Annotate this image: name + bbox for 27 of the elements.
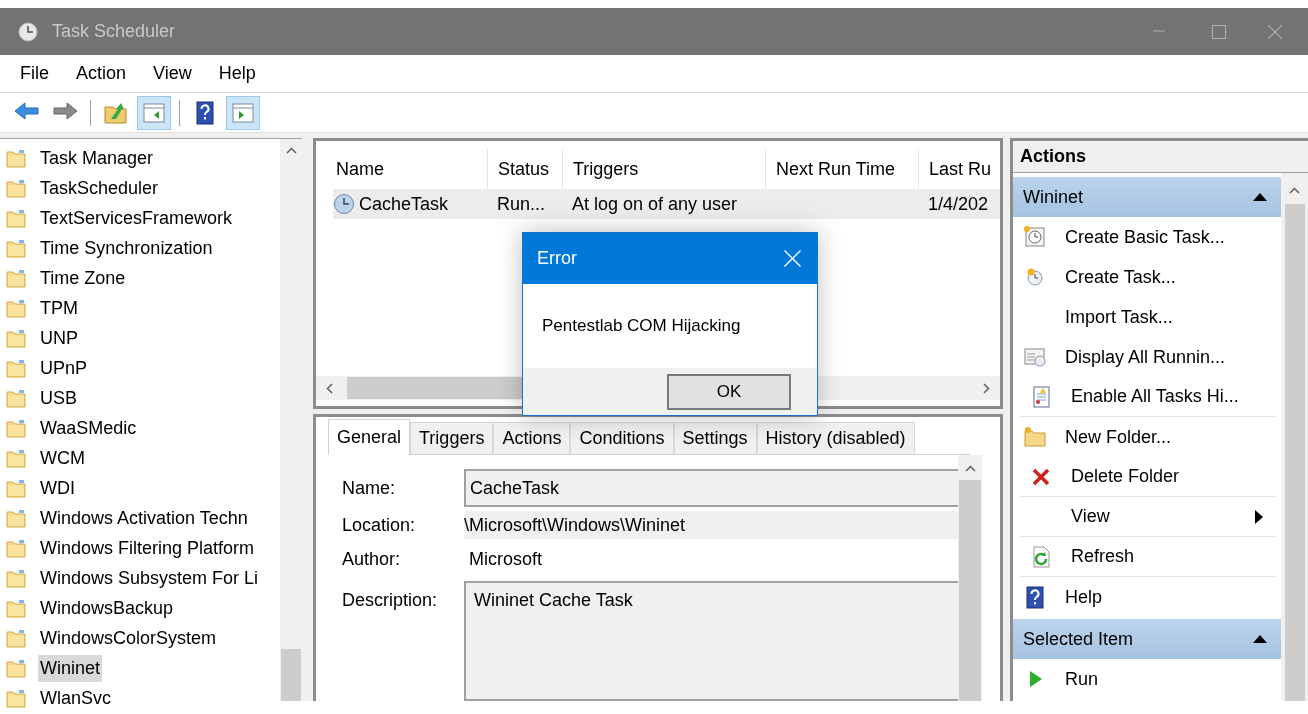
panel-title: Actions — [1020, 145, 1086, 168]
dialog-message: Pentestlab COM Hijacking — [542, 315, 741, 338]
section-title: Wininet — [1023, 185, 1084, 209]
dialog-title: Error — [537, 247, 577, 270]
action-label: View — [1071, 505, 1110, 528]
location-field: \Microsoft\Windows\Wininet — [464, 511, 958, 539]
action-label: Enable All Tasks Hi... — [1071, 385, 1239, 408]
table-cell-text: 1/4/202 — [928, 192, 989, 216]
action-label: Create Task... — [1065, 265, 1176, 289]
field-label: Author: — [342, 547, 402, 571]
field-label: Location: — [342, 513, 417, 537]
action-label: Help — [1065, 585, 1103, 609]
action-label: Run — [1065, 667, 1099, 691]
action-label: Import Task... — [1065, 305, 1173, 329]
author-field: Microsoft — [464, 543, 958, 575]
table-cell-text: CacheTask — [359, 192, 449, 216]
action-label: Refresh — [1071, 545, 1135, 568]
table-cell-text: At log on of any user — [572, 192, 738, 216]
action-label: New Folder... — [1065, 425, 1172, 449]
field-label: Description: — [342, 589, 439, 612]
action-label: Create Basic Task... — [1065, 225, 1225, 249]
action-label: Delete Folder — [1071, 465, 1180, 488]
action-label: Display All Runnin... — [1065, 345, 1226, 369]
field-label: Name: — [342, 476, 396, 500]
table-cell-text: Run... — [497, 192, 546, 216]
section-title: Selected Item — [1023, 627, 1134, 651]
window-title: Task Scheduler — [52, 20, 176, 43]
